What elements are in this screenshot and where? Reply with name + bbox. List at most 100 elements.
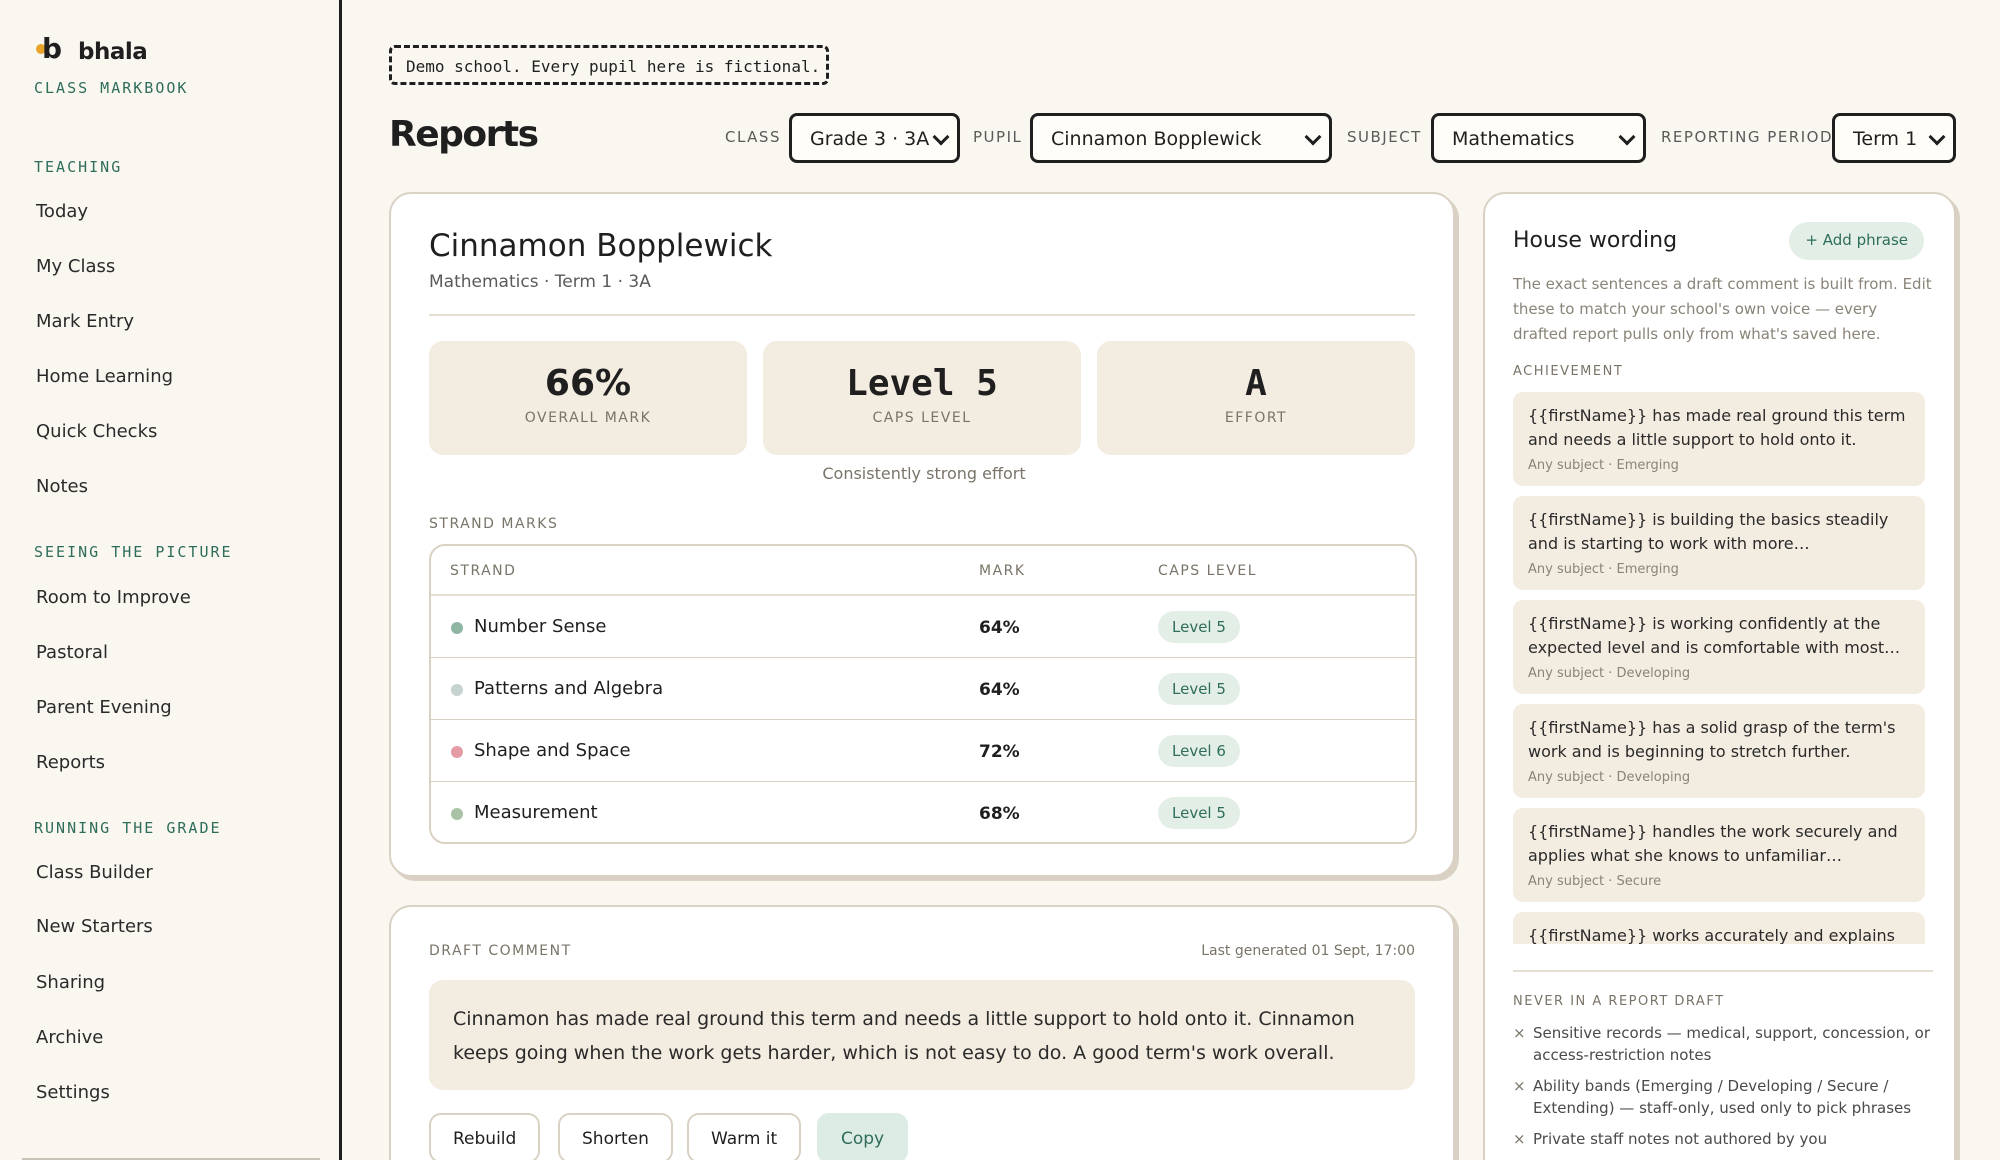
sidebar-item-settings[interactable]: Settings: [36, 1082, 110, 1103]
caps-level-value: Level 5: [846, 363, 998, 404]
draft-comment-title: DRAFT COMMENT: [429, 943, 572, 959]
subject-select[interactable]: Mathematics: [1431, 113, 1646, 163]
sidebar-item-pastoral[interactable]: Pastoral: [36, 642, 108, 663]
never-item: × Sensitive records — medical, support, …: [1513, 1022, 1933, 1066]
never-item-text: Ability bands (Emerging / Developing / S…: [1533, 1077, 1912, 1117]
sidebar-item-my-class[interactable]: My Class: [36, 256, 115, 277]
never-item-text: Private staff notes not authored by you: [1533, 1130, 1828, 1148]
house-wording-panel: House wording + Add phrase The exact sen…: [1483, 192, 1956, 1160]
list-item[interactable]: {{firstName}} has made real ground this …: [1513, 392, 1925, 486]
caps-level-stat: Level 5 CAPS LEVEL: [763, 341, 1081, 455]
table-row[interactable]: Measurement 68% Level 5: [431, 782, 1415, 842]
strand-mark: 72%: [979, 742, 1020, 762]
strand-table-header: STRAND MARK CAPS LEVEL: [431, 546, 1415, 596]
strand-name: Shape and Space: [474, 740, 631, 761]
house-wording-description: The exact sentences a draft comment is b…: [1513, 275, 1932, 343]
bhala-logo-icon: b: [36, 32, 64, 66]
sidebar-item-home-learning[interactable]: Home Learning: [36, 366, 173, 387]
draft-comment-card: DRAFT COMMENT Last generated 01 Sept, 17…: [389, 905, 1455, 1160]
phrase-text: {{firstName}} handles the work securely …: [1528, 822, 1898, 865]
effort-stat: A EFFORT: [1097, 341, 1415, 455]
warm-it-button[interactable]: Warm it: [687, 1113, 802, 1160]
list-item[interactable]: {{firstName}} has a solid grasp of the t…: [1513, 704, 1925, 798]
effort-value: A: [1245, 363, 1267, 404]
pupil-select[interactable]: Cinnamon Bopplewick: [1030, 113, 1332, 163]
strand-dot: [451, 684, 463, 696]
sidebar-item-archive[interactable]: Archive: [36, 1027, 103, 1048]
pupil-meta: Mathematics · Term 1 · 3A: [429, 272, 651, 292]
add-phrase-button[interactable]: + Add phrase: [1789, 222, 1924, 260]
phrase-tag: Any subject · Emerging: [1528, 562, 1679, 577]
list-item[interactable]: {{firstName}} is building the basics ste…: [1513, 496, 1925, 590]
shorten-button[interactable]: Shorten: [558, 1113, 673, 1160]
sidebar: b bhala CLASS MARKBOOK TEACHING Today My…: [0, 0, 342, 1160]
sidebar-item-reports[interactable]: Reports: [36, 752, 105, 773]
strand-dot: [451, 808, 463, 820]
strand-mark: 64%: [979, 618, 1020, 638]
nav-section-teaching: TEACHING: [34, 158, 123, 176]
sidebar-item-quick-checks[interactable]: Quick Checks: [36, 421, 157, 442]
strand-column-header: STRAND: [450, 563, 517, 579]
period-select-value: Term 1: [1853, 128, 1918, 150]
class-label: CLASS: [725, 128, 781, 146]
sidebar-item-parent-evening[interactable]: Parent Evening: [36, 697, 172, 718]
last-generated-time: Last generated 01 Sept, 17:00: [1201, 943, 1415, 959]
sidebar-item-notes[interactable]: Notes: [36, 476, 88, 497]
phrase-text: {{firstName}} works accurately and expla…: [1528, 926, 1895, 944]
sidebar-item-mark-entry[interactable]: Mark Entry: [36, 311, 134, 332]
chevron-down-icon: [1304, 128, 1322, 146]
sidebar-item-today[interactable]: Today: [36, 201, 88, 222]
copy-button[interactable]: Copy: [817, 1113, 909, 1160]
sidebar-item-room-to-improve[interactable]: Room to Improve: [36, 587, 191, 608]
pupil-select-value: Cinnamon Bopplewick: [1051, 128, 1262, 150]
period-select[interactable]: Term 1: [1832, 113, 1956, 163]
subject-label: SUBJECT: [1347, 128, 1422, 146]
sidebar-item-class-builder[interactable]: Class Builder: [36, 862, 153, 883]
caps-level-label: CAPS LEVEL: [872, 410, 972, 426]
phrase-tag: Any subject · Emerging: [1528, 458, 1679, 473]
sidebar-item-new-starters[interactable]: New Starters: [36, 916, 153, 937]
phrase-list[interactable]: {{firstName}} has made real ground this …: [1513, 392, 1925, 944]
achievement-section-label: ACHIEVEMENT: [1513, 364, 1624, 379]
draft-comment-text[interactable]: Cinnamon has made real ground this term …: [429, 980, 1415, 1090]
strand-mark: 68%: [979, 804, 1020, 824]
brand-name: bhala: [78, 39, 148, 65]
caps-column-header: CAPS LEVEL: [1158, 563, 1257, 579]
strand-name: Patterns and Algebra: [474, 678, 664, 699]
phrase-text: {{firstName}} has a solid grasp of the t…: [1528, 718, 1896, 761]
period-label: REPORTING PERIOD: [1661, 128, 1834, 146]
effort-note: Consistently strong effort: [822, 464, 1026, 483]
demo-banner: Demo school. Every pupil here is fiction…: [389, 45, 829, 85]
list-item[interactable]: {{firstName}} is working confidently at …: [1513, 600, 1925, 694]
cross-icon: ×: [1513, 1130, 1526, 1148]
rebuild-button[interactable]: Rebuild: [429, 1113, 541, 1160]
level-badge: Level 5: [1158, 673, 1240, 705]
strand-marks-title: STRAND MARKS: [429, 516, 559, 532]
list-item[interactable]: {{firstName}} handles the work securely …: [1513, 808, 1925, 902]
nav-section-seeing-the-picture: SEEING THE PICTURE: [34, 543, 233, 561]
subject-select-value: Mathematics: [1452, 128, 1575, 150]
effort-label: EFFORT: [1224, 410, 1288, 426]
never-section-label: NEVER IN A REPORT DRAFT: [1513, 994, 1725, 1009]
strand-mark: 64%: [979, 680, 1020, 700]
table-row[interactable]: Patterns and Algebra 64% Level 5: [431, 658, 1415, 720]
strand-name: Measurement: [474, 802, 598, 823]
brand-logo[interactable]: b bhala: [36, 32, 148, 66]
class-select[interactable]: Grade 3 · 3A: [789, 113, 960, 163]
strand-dot: [451, 746, 463, 758]
pupil-label: PUPIL: [973, 128, 1023, 146]
brand-subtitle: CLASS MARKBOOK: [34, 79, 189, 97]
never-item-text: Sensitive records — medical, support, co…: [1533, 1024, 1930, 1064]
phrase-tag: Any subject · Developing: [1528, 666, 1691, 681]
chevron-down-icon: [1618, 128, 1636, 146]
level-badge: Level 5: [1158, 797, 1240, 829]
pupil-name: Cinnamon Bopplewick: [429, 228, 773, 264]
sidebar-item-sharing[interactable]: Sharing: [36, 972, 105, 993]
table-row[interactable]: Number Sense 64% Level 5: [431, 596, 1415, 658]
table-row[interactable]: Shape and Space 72% Level 6: [431, 720, 1415, 782]
phrase-tag: Any subject · Secure: [1528, 874, 1662, 889]
strand-marks-table: STRAND MARK CAPS LEVEL Number Sense 64% …: [429, 544, 1417, 844]
chevron-down-icon: [1928, 128, 1946, 146]
list-item[interactable]: {{firstName}} works accurately and expla…: [1513, 912, 1925, 944]
phrase-text: {{firstName}} has made real ground this …: [1528, 406, 1906, 449]
